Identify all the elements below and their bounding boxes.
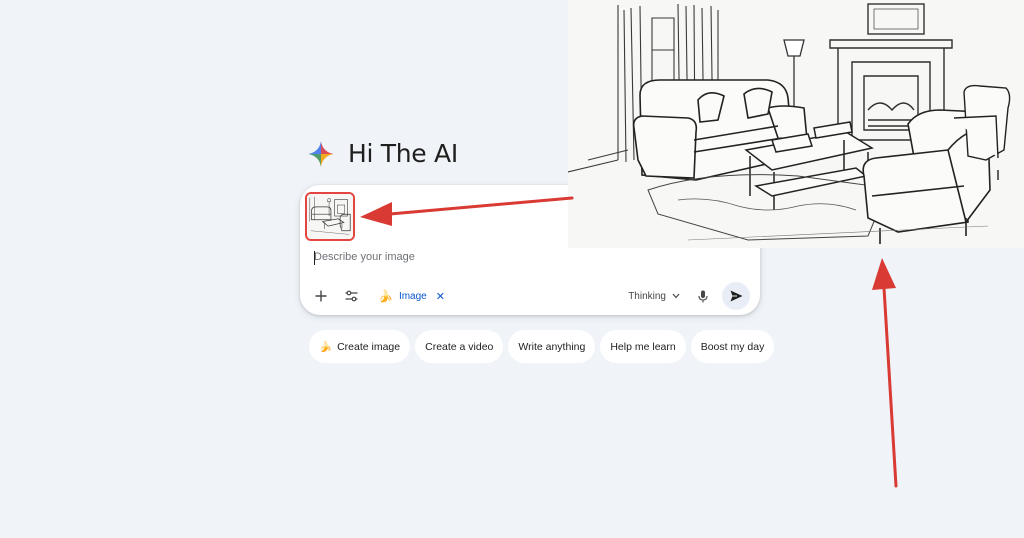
close-icon[interactable]: ✕: [436, 290, 445, 303]
suggestion-help-me-learn[interactable]: Help me learn: [600, 330, 686, 363]
image-tool-label: Image: [398, 290, 427, 302]
banana-icon: 🍌: [378, 289, 393, 303]
tools-button[interactable]: [340, 285, 362, 307]
send-icon: [730, 290, 742, 302]
gemini-spark-icon: [308, 140, 334, 167]
greeting-text: Hi The AI: [348, 139, 458, 168]
living-room-sketch-image: [568, 0, 1024, 248]
suggestion-label: Help me learn: [610, 340, 676, 353]
greeting: Hi The AI: [308, 139, 458, 168]
image-preview-overlay: [568, 0, 1024, 248]
room-sketch-thumbnail: [307, 194, 353, 239]
chevron-down-icon: [672, 293, 680, 299]
mic-icon: [698, 290, 708, 302]
banana-icon: 🍌: [319, 341, 333, 353]
suggestion-label: Write anything: [518, 340, 586, 353]
composer-toolbar: 🍌 Image ✕ Thinking: [310, 282, 750, 310]
suggestion-label: Boost my day: [700, 340, 765, 353]
suggestion-create-image[interactable]: 🍌 Create image: [309, 330, 411, 363]
suggestion-write-anything[interactable]: Write anything: [508, 330, 596, 363]
attached-image-thumbnail[interactable]: [305, 192, 355, 241]
suggestion-chips: 🍌 Create image Create a video Write anyt…: [309, 330, 775, 363]
add-button[interactable]: [310, 285, 332, 307]
send-button[interactable]: [722, 282, 750, 310]
arrow-to-preview: [872, 258, 898, 488]
image-tool-chip[interactable]: 🍌 Image ✕: [378, 289, 445, 303]
suggestion-create-video[interactable]: Create a video: [415, 330, 504, 363]
plus-icon: [315, 290, 327, 302]
prompt-input[interactable]: [314, 251, 734, 263]
suggestion-label: Create image: [337, 340, 401, 353]
suggestion-boost-my-day[interactable]: Boost my day: [690, 330, 775, 363]
model-label: Thinking: [628, 290, 666, 302]
model-selector[interactable]: Thinking: [628, 291, 680, 302]
mic-button[interactable]: [694, 287, 712, 305]
suggestion-label: Create a video: [425, 340, 494, 353]
sliders-icon: [345, 290, 357, 302]
